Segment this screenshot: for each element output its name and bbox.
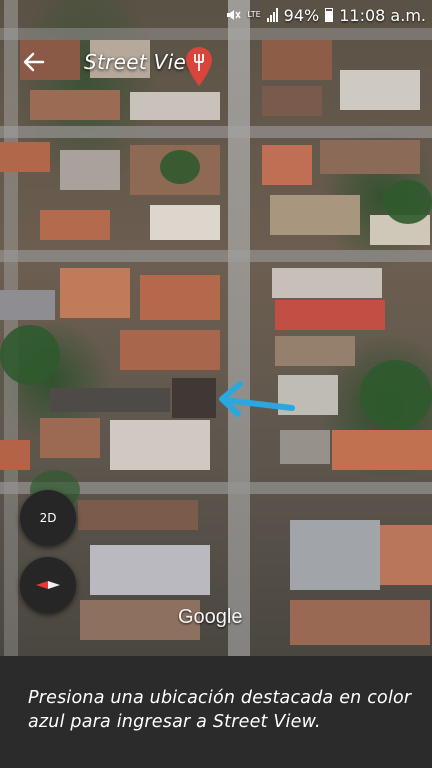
building	[290, 520, 380, 590]
building	[40, 418, 100, 458]
back-button[interactable]	[14, 42, 54, 82]
building	[50, 388, 170, 412]
building	[280, 430, 330, 464]
instruction-text: Presiona una ubicación destacada en colo…	[28, 688, 412, 732]
building	[110, 420, 210, 470]
building	[262, 86, 322, 116]
building	[78, 500, 198, 530]
compass-icon	[36, 581, 60, 589]
building	[150, 205, 220, 240]
compass-button[interactable]	[20, 557, 76, 613]
tree	[360, 360, 432, 430]
signal-icon	[266, 8, 278, 22]
tree	[384, 180, 432, 224]
building	[90, 545, 210, 595]
network-type: LTE	[247, 10, 261, 19]
map-pin-icon	[186, 47, 212, 86]
building	[290, 600, 430, 645]
street	[0, 250, 432, 262]
building	[0, 142, 50, 172]
building	[275, 300, 385, 330]
street	[228, 0, 250, 656]
building	[272, 268, 382, 298]
app-header: Street View	[0, 42, 432, 86]
arrow-left-icon	[23, 52, 45, 72]
building	[130, 92, 220, 120]
building	[262, 145, 312, 185]
google-attribution: Google	[178, 606, 243, 628]
building	[332, 430, 432, 470]
building	[320, 140, 420, 174]
mute-icon	[225, 7, 241, 23]
building	[270, 195, 360, 235]
building	[60, 268, 130, 318]
building	[140, 275, 220, 320]
view-2d-label: 2D	[39, 511, 57, 525]
building	[0, 290, 55, 320]
building	[380, 525, 432, 585]
battery-icon	[325, 8, 334, 22]
building	[40, 210, 110, 240]
tree	[0, 325, 60, 385]
building	[0, 440, 30, 470]
building	[120, 330, 220, 370]
view-2d-button[interactable]: 2D	[20, 490, 76, 546]
battery-percent: 94%	[283, 5, 320, 25]
building	[275, 336, 355, 366]
street-view-highlight-arrow[interactable]	[214, 378, 296, 420]
tree	[160, 150, 200, 184]
clock: 11:08 a.m.	[339, 5, 426, 25]
building	[30, 90, 120, 120]
street	[0, 126, 432, 138]
instruction-panel: Presiona una ubicación destacada en colo…	[0, 656, 432, 768]
status-bar: LTE 94% 11:08 a.m.	[0, 0, 432, 30]
building	[172, 378, 216, 418]
building	[60, 150, 120, 190]
satellite-map[interactable]	[0, 0, 432, 656]
